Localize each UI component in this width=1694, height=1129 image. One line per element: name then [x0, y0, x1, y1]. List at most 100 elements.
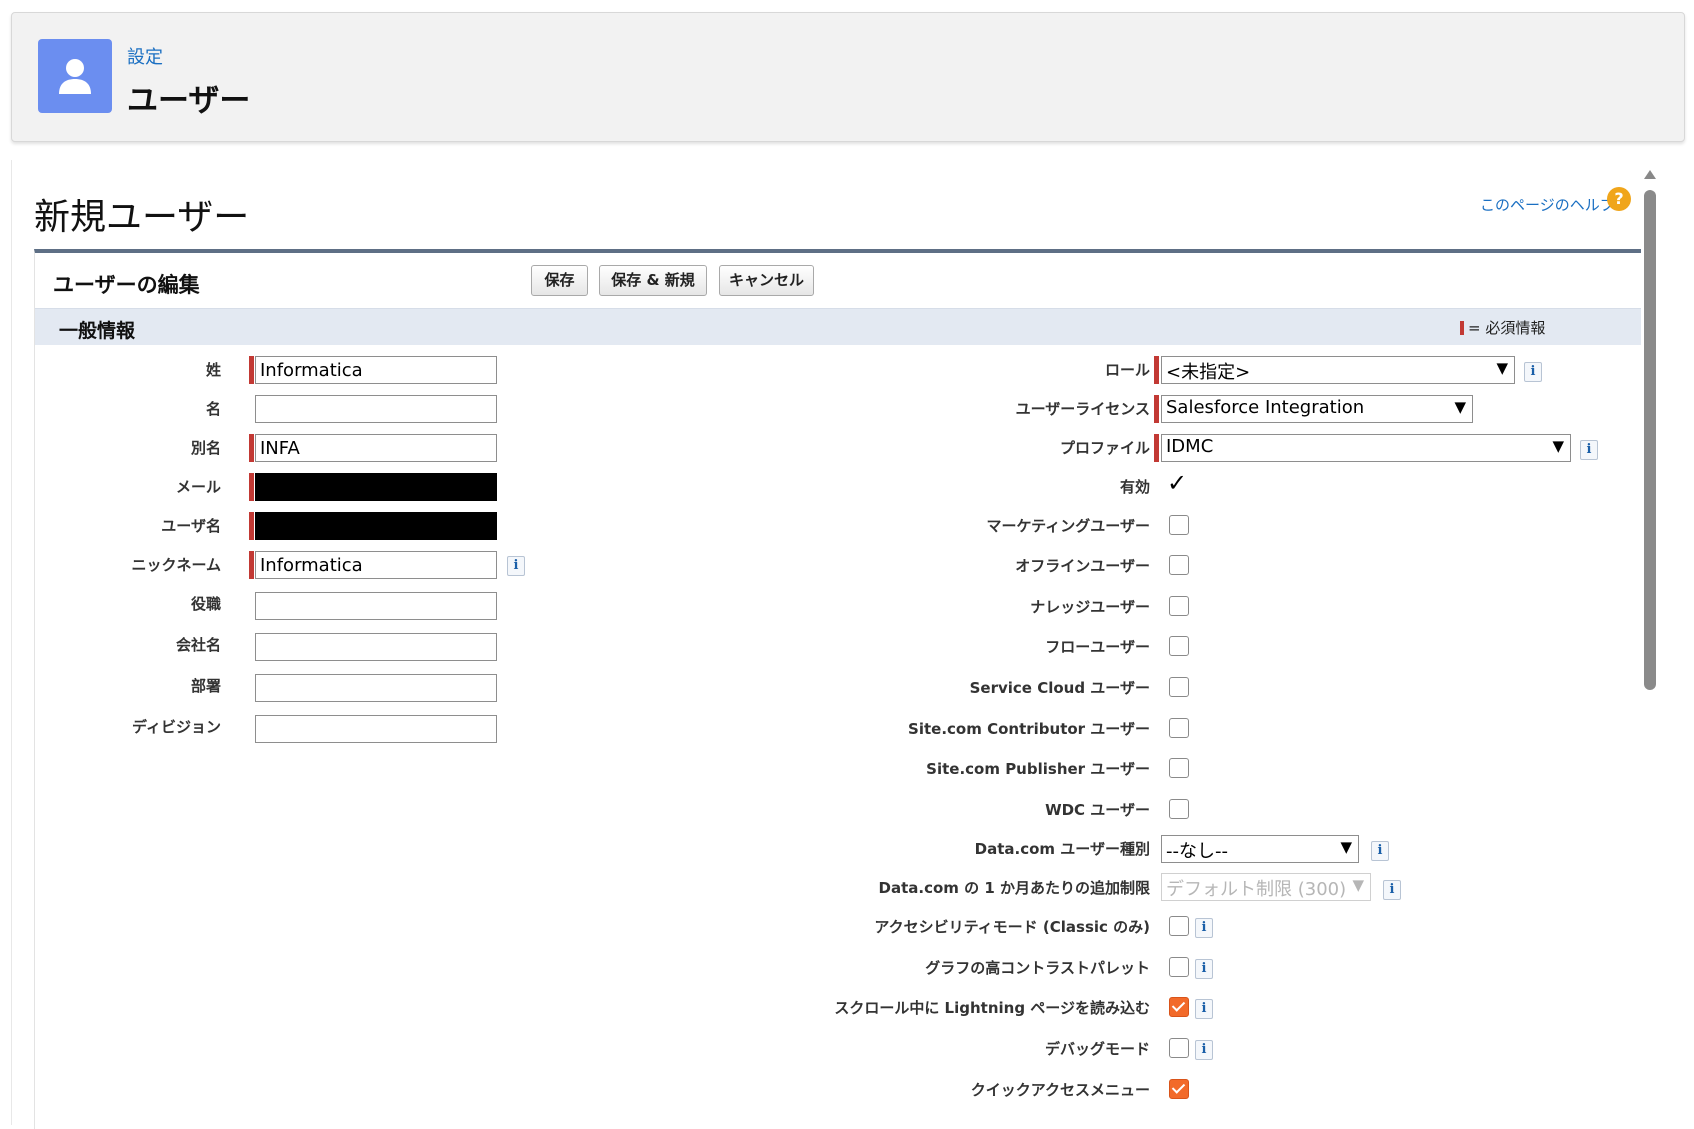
header-title: ユーザー — [127, 83, 251, 119]
accessibility-mode-checkbox[interactable] — [1169, 916, 1189, 936]
alias-input[interactable] — [255, 434, 497, 462]
label-offline-user: オフラインユーザー — [1015, 557, 1150, 575]
label-company: 会社名 — [175, 636, 221, 654]
required-marker — [1154, 395, 1159, 423]
required-note-text: = 必須情報 — [1468, 319, 1546, 337]
label-site-publisher: Site.com Publisher ユーザー — [926, 760, 1150, 778]
lightning-scroll-checkbox[interactable] — [1169, 997, 1189, 1017]
info-icon[interactable]: i — [1195, 999, 1213, 1019]
section-header: 一般情報 = 必須情報 — [35, 308, 1641, 345]
save-new-button[interactable]: 保存 & 新規 — [599, 265, 707, 296]
label-last-name: 姓 — [205, 361, 221, 379]
flow-user-checkbox[interactable] — [1169, 636, 1189, 656]
quick-access-menu-checkbox[interactable] — [1169, 1079, 1189, 1099]
profile-select[interactable]: IDMC ▼ — [1161, 434, 1571, 462]
info-icon[interactable]: i — [1580, 440, 1598, 460]
offline-user-checkbox[interactable] — [1169, 555, 1189, 575]
debug-mode-checkbox[interactable] — [1169, 1038, 1189, 1058]
page-header: 設定 ユーザー — [11, 12, 1685, 142]
info-icon[interactable]: i — [1195, 959, 1213, 979]
label-marketing-user: マーケティングユーザー — [986, 517, 1150, 535]
role-value: <未指定> — [1166, 362, 1251, 383]
cancel-button[interactable]: キャンセル — [719, 265, 814, 296]
required-marker — [249, 512, 254, 540]
info-icon[interactable]: i — [507, 556, 525, 576]
required-marker — [249, 356, 254, 384]
label-division: ディビジョン — [132, 718, 221, 736]
chevron-down-icon: ▼ — [1496, 359, 1508, 377]
label-quick-access-menu: クイックアクセスメニュー — [970, 1081, 1150, 1099]
required-marker — [1154, 356, 1159, 384]
chevron-down-icon: ▼ — [1340, 838, 1352, 856]
required-marker — [1154, 434, 1159, 462]
wdc-user-checkbox[interactable] — [1169, 799, 1189, 819]
scroll-thumb[interactable] — [1644, 190, 1656, 690]
scroll-up-icon[interactable] — [1644, 170, 1656, 179]
help-link[interactable]: このページのヘルプ — [1480, 194, 1615, 215]
service-cloud-user-checkbox[interactable] — [1169, 677, 1189, 697]
label-knowledge-user: ナレッジユーザー — [1030, 598, 1150, 616]
label-department: 部署 — [190, 677, 221, 695]
required-legend: = 必須情報 — [1460, 317, 1545, 338]
knowledge-user-checkbox[interactable] — [1169, 596, 1189, 616]
site-contributor-checkbox[interactable] — [1169, 718, 1189, 738]
datacom-limit-select: デフォルト制限 (300) ▼ — [1161, 873, 1371, 901]
page-title: 新規ユーザー — [34, 197, 250, 238]
datacom-type-select[interactable]: --なし-- ▼ — [1161, 835, 1359, 863]
info-icon[interactable]: i — [1383, 880, 1401, 900]
license-value: Salesforce Integration — [1166, 397, 1365, 418]
label-site-contributor: Site.com Contributor ユーザー — [908, 720, 1150, 738]
label-debug-mode: デバッグモード — [1044, 1040, 1150, 1058]
label-high-contrast: グラフの高コントラストパレット — [925, 959, 1150, 977]
division-input[interactable] — [255, 715, 497, 743]
label-active: 有効 — [1119, 478, 1150, 496]
label-datacom-type: Data.com ユーザー種別 — [974, 840, 1150, 858]
high-contrast-checkbox[interactable] — [1169, 957, 1189, 977]
marketing-user-checkbox[interactable] — [1169, 515, 1189, 535]
label-datacom-limit: Data.com の 1 か月あたりの追加制限 — [878, 879, 1151, 897]
nickname-input[interactable] — [255, 551, 497, 579]
label-alias: 別名 — [190, 439, 221, 457]
label-accessibility-mode: アクセシビリティモード (Classic のみ) — [874, 918, 1150, 936]
department-input[interactable] — [255, 674, 497, 702]
role-select[interactable]: <未指定> ▼ — [1161, 356, 1515, 384]
info-icon[interactable]: i — [1371, 841, 1389, 861]
label-username: ユーザ名 — [161, 517, 221, 535]
last-name-input[interactable] — [255, 356, 497, 384]
company-input[interactable] — [255, 633, 497, 661]
label-lightning-scroll: スクロール中に Lightning ページを読み込む — [834, 999, 1150, 1017]
email-input[interactable] — [255, 473, 497, 501]
license-select[interactable]: Salesforce Integration ▼ — [1161, 395, 1473, 423]
required-marker — [249, 434, 254, 462]
required-marker — [249, 551, 254, 579]
main-content: 新規ユーザー このページのヘルプ ? ユーザーの編集 保存 保存 & 新規 キャ… — [11, 160, 1641, 1129]
profile-value: IDMC — [1166, 436, 1214, 457]
site-publisher-checkbox[interactable] — [1169, 758, 1189, 778]
label-service-cloud-user: Service Cloud ユーザー — [969, 679, 1150, 697]
label-wdc-user: WDC ユーザー — [1045, 801, 1150, 819]
chevron-down-icon: ▼ — [1454, 398, 1466, 416]
edit-title: ユーザーの編集 — [53, 273, 200, 297]
chevron-down-icon: ▼ — [1552, 437, 1564, 455]
label-profile: プロファイル — [1059, 439, 1150, 457]
required-marker — [1460, 321, 1464, 335]
label-license: ユーザーライセンス — [1015, 400, 1150, 418]
title-input[interactable] — [255, 592, 497, 620]
save-button[interactable]: 保存 — [531, 265, 588, 296]
chevron-down-icon: ▼ — [1352, 876, 1364, 894]
label-nickname: ニックネーム — [131, 556, 221, 574]
label-flow-user: フローユーザー — [1045, 638, 1150, 656]
section-title: 一般情報 — [59, 320, 136, 342]
label-title: 役職 — [190, 595, 221, 613]
info-icon[interactable]: i — [1195, 918, 1213, 938]
vertical-scrollbar[interactable] — [1642, 168, 1658, 1125]
info-icon[interactable]: i — [1524, 362, 1542, 382]
user-icon — [38, 39, 112, 113]
active-checkmark[interactable]: ✓ — [1167, 469, 1187, 497]
required-marker — [249, 473, 254, 501]
breadcrumb[interactable]: 設定 — [127, 43, 163, 69]
first-name-input[interactable] — [255, 395, 497, 423]
help-icon[interactable]: ? — [1607, 187, 1631, 211]
info-icon[interactable]: i — [1195, 1040, 1213, 1060]
username-input[interactable] — [255, 512, 497, 540]
